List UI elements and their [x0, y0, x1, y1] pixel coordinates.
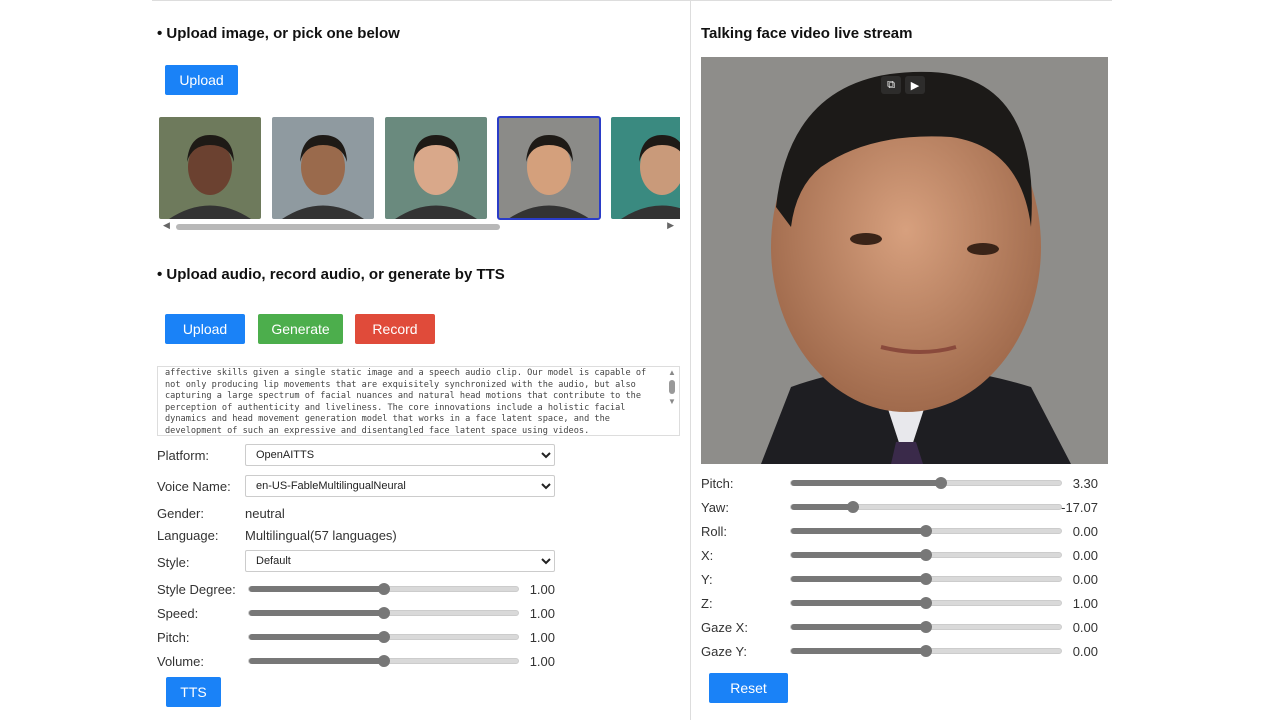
slider-handle[interactable] [846, 501, 859, 513]
tts-text-input[interactable]: affective skills given a single static i… [157, 366, 680, 436]
slider-handle[interactable] [920, 525, 932, 537]
scroll-right-icon[interactable]: ▶ [667, 220, 674, 231]
pose-slider-value: -17.07 [1061, 500, 1098, 515]
gallery-scrollbar[interactable]: ◀ ▶ [158, 220, 680, 232]
platform-select[interactable]: OpenAITTS [245, 444, 555, 466]
pose-slider[interactable] [790, 501, 1062, 513]
face-image [282, 135, 364, 219]
pose-slider-label: Gaze Y: [701, 644, 748, 659]
style-select[interactable]: Default [245, 550, 555, 572]
pose-slider-label: Yaw: [701, 500, 729, 515]
face-image [169, 135, 251, 219]
picture-in-picture-icon[interactable]: ⧉ [881, 76, 901, 94]
style-label: Style: [157, 555, 190, 570]
slider-handle[interactable] [934, 477, 947, 489]
pose-slider-label: Y: [701, 572, 713, 587]
slider-handle[interactable] [920, 621, 932, 633]
pose-slider-label: Gaze X: [701, 620, 748, 635]
column-divider [690, 0, 691, 720]
pose-slider-value: 0.00 [1072, 572, 1098, 587]
pose-slider-label: X: [701, 548, 714, 563]
tts-slider-label: Pitch: [157, 630, 190, 645]
cast-icon[interactable]: ▶ [905, 76, 925, 94]
slider-handle[interactable] [920, 645, 932, 657]
slider-handle[interactable] [377, 583, 390, 595]
tts-slider-value: 1.00 [529, 630, 555, 645]
gender-value: neutral [245, 506, 285, 521]
voice-label: Voice Name: [157, 479, 231, 494]
slider-handle[interactable] [377, 607, 390, 619]
pose-slider-value: 3.30 [1072, 476, 1098, 491]
language-label: Language: [157, 528, 219, 543]
voice-select[interactable]: en-US-FableMultilingualNeural [245, 475, 555, 497]
tts-slider-label: Style Degree: [157, 582, 236, 597]
video-stream[interactable]: ⧉ ▶ [701, 57, 1108, 464]
image-section-title: • Upload image, or pick one below [157, 25, 400, 42]
pose-slider[interactable] [790, 645, 1062, 657]
generate-button[interactable]: Generate [258, 314, 343, 344]
upload-image-button[interactable]: Upload [165, 65, 238, 95]
scroll-left-icon[interactable]: ◀ [163, 220, 170, 231]
pose-slider[interactable] [790, 477, 1062, 489]
pose-slider[interactable] [790, 621, 1062, 633]
pose-slider-value: 0.00 [1072, 620, 1098, 635]
pose-slider-value: 1.00 [1072, 596, 1098, 611]
face-thumbnail[interactable] [497, 116, 601, 220]
slider-handle[interactable] [920, 573, 932, 585]
scrollbar-thumb[interactable] [176, 224, 500, 230]
pose-slider[interactable] [790, 549, 1062, 561]
face-image [621, 135, 680, 219]
tts-slider[interactable] [248, 607, 519, 619]
gender-label: Gender: [157, 506, 204, 521]
slider-handle[interactable] [377, 655, 390, 667]
tts-slider-value: 1.00 [529, 582, 555, 597]
pose-slider-value: 0.00 [1072, 644, 1098, 659]
record-button[interactable]: Record [355, 314, 435, 344]
upload-audio-button[interactable]: Upload [165, 314, 245, 344]
tts-slider[interactable] [248, 655, 519, 667]
pose-slider-label: Z: [701, 596, 713, 611]
tts-slider-value: 1.00 [529, 654, 555, 669]
pose-slider-value: 0.00 [1072, 548, 1098, 563]
face-thumbnail[interactable] [159, 117, 261, 219]
face-thumbnail[interactable] [611, 117, 680, 219]
top-divider [152, 0, 1112, 1]
face-video-frame [701, 57, 1108, 464]
pose-slider-value: 0.00 [1072, 524, 1098, 539]
tts-slider[interactable] [248, 583, 519, 595]
face-thumbnail[interactable] [385, 117, 487, 219]
pose-slider[interactable] [790, 597, 1062, 609]
tts-slider-value: 1.00 [529, 606, 555, 621]
slider-handle[interactable] [920, 597, 932, 609]
platform-label: Platform: [157, 448, 210, 463]
pose-slider-label: Roll: [701, 524, 728, 539]
pose-slider-label: Pitch: [701, 476, 734, 491]
tts-slider-label: Volume: [157, 654, 204, 669]
tts-button[interactable]: TTS [166, 677, 221, 707]
face-image [395, 135, 477, 219]
video-title: Talking face video live stream [701, 25, 913, 42]
slider-handle[interactable] [377, 631, 390, 643]
face-gallery [158, 116, 680, 220]
tts-slider[interactable] [248, 631, 519, 643]
pose-slider[interactable] [790, 573, 1062, 585]
language-value: Multilingual(57 languages) [245, 528, 397, 543]
reset-button[interactable]: Reset [709, 673, 788, 703]
audio-section-title: • Upload audio, record audio, or generat… [157, 266, 505, 283]
face-thumbnail[interactable] [272, 117, 374, 219]
tts-slider-label: Speed: [157, 606, 199, 621]
slider-handle[interactable] [920, 549, 932, 561]
text-scrollbar[interactable]: ▲ ▼ [666, 368, 678, 424]
face-image [508, 135, 590, 219]
pose-slider[interactable] [790, 525, 1062, 537]
